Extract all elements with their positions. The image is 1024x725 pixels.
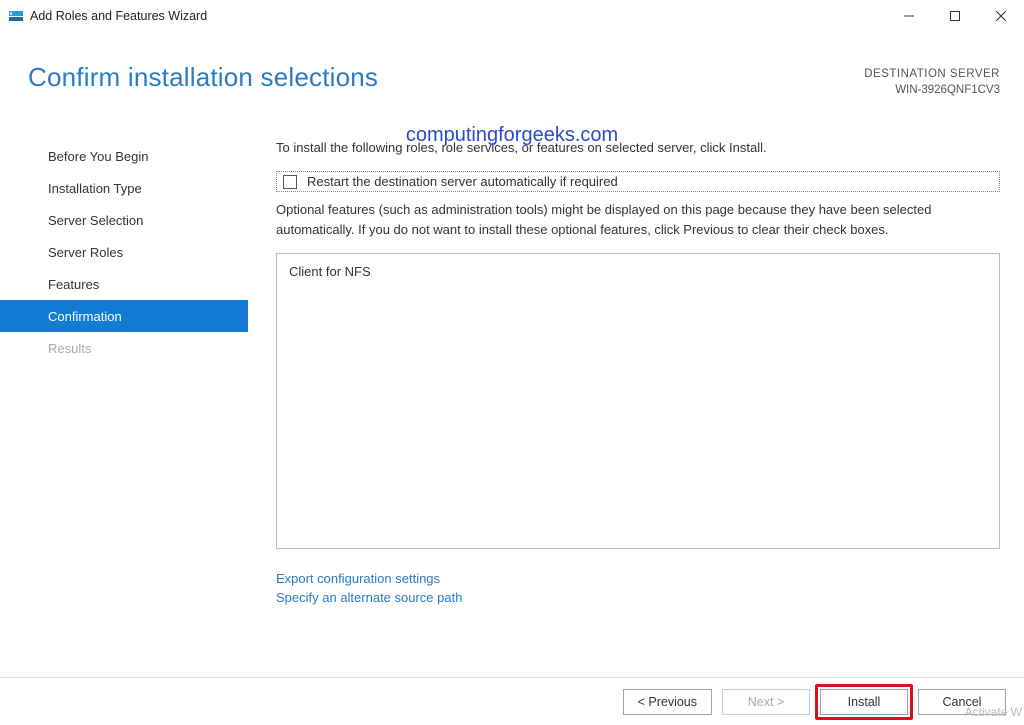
restart-checkbox-row[interactable]: Restart the destination server automatic… [276, 171, 1000, 192]
sidebar-item-label: Results [48, 341, 91, 356]
sidebar-item-server-selection[interactable]: Server Selection [0, 204, 248, 236]
destination-block: DESTINATION SERVER WIN-3926QNF1CV3 [864, 66, 1000, 98]
sidebar-item-before-you-begin[interactable]: Before You Begin [0, 140, 248, 172]
sidebar-item-results: Results [0, 332, 248, 364]
sidebar-item-label: Server Selection [48, 213, 143, 228]
destination-value: WIN-3926QNF1CV3 [864, 82, 1000, 98]
sidebar-item-label: Installation Type [48, 181, 142, 196]
titlebar: Add Roles and Features Wizard [0, 0, 1024, 32]
sidebar-item-label: Server Roles [48, 245, 123, 260]
sidebar-item-label: Confirmation [48, 309, 122, 324]
window-title: Add Roles and Features Wizard [30, 9, 207, 23]
restart-checkbox-label: Restart the destination server automatic… [307, 174, 618, 189]
close-button[interactable] [978, 0, 1024, 32]
minimize-button[interactable] [886, 0, 932, 32]
server-manager-icon [8, 8, 24, 24]
wizard-sidebar: Before You Begin Installation Type Serve… [0, 118, 248, 708]
wizard-footer: < Previous Next > Install Cancel Activat… [0, 677, 1024, 725]
maximize-button[interactable] [932, 0, 978, 32]
destination-label: DESTINATION SERVER [864, 66, 1000, 82]
sidebar-item-features[interactable]: Features [0, 268, 248, 300]
header-area: Confirm installation selections DESTINAT… [0, 32, 1024, 98]
sidebar-item-label: Before You Begin [48, 149, 148, 164]
alternate-source-link[interactable]: Specify an alternate source path [276, 590, 1000, 605]
install-button[interactable]: Install [820, 689, 908, 715]
window-controls [886, 0, 1024, 32]
export-settings-link[interactable]: Export configuration settings [276, 571, 1000, 586]
main-panel: To install the following roles, role ser… [248, 118, 1024, 708]
restart-checkbox[interactable] [283, 175, 297, 189]
list-item: Client for NFS [289, 264, 987, 279]
links-block: Export configuration settings Specify an… [276, 571, 1000, 609]
titlebar-left: Add Roles and Features Wizard [8, 8, 207, 24]
sidebar-item-confirmation[interactable]: Confirmation [0, 300, 248, 332]
cancel-button[interactable]: Cancel [918, 689, 1006, 715]
instruction-text: To install the following roles, role ser… [276, 140, 1000, 155]
body-area: Before You Begin Installation Type Serve… [0, 98, 1024, 708]
previous-button[interactable]: < Previous [623, 689, 712, 715]
next-button: Next > [722, 689, 810, 715]
sidebar-item-installation-type[interactable]: Installation Type [0, 172, 248, 204]
sidebar-item-label: Features [48, 277, 99, 292]
optional-features-text: Optional features (such as administratio… [276, 200, 1000, 239]
selected-features-list[interactable]: Client for NFS [276, 253, 1000, 549]
page-title: Confirm installation selections [28, 62, 378, 93]
sidebar-item-server-roles[interactable]: Server Roles [0, 236, 248, 268]
